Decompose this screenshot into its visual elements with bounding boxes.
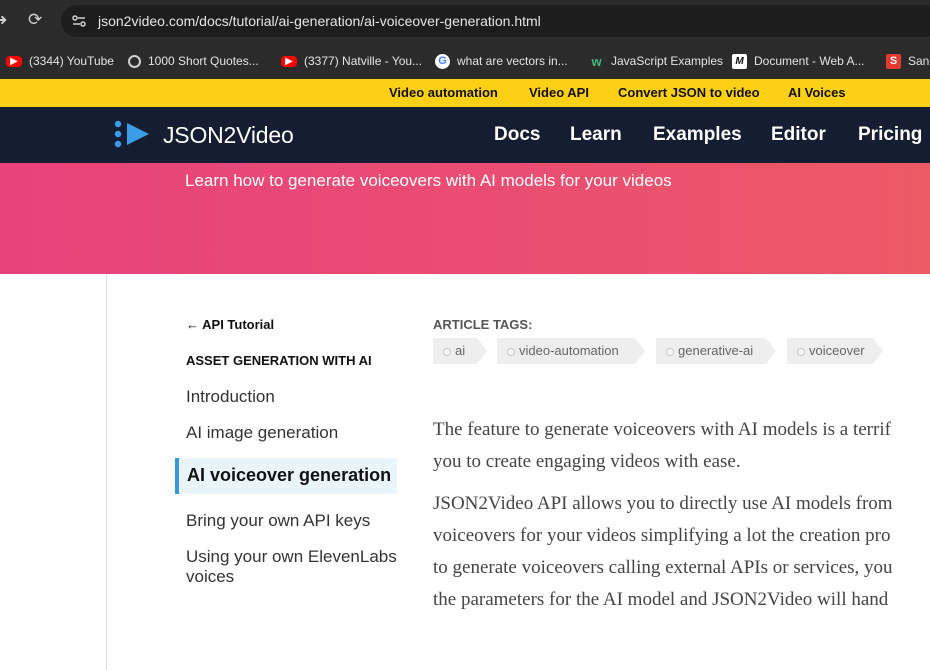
site-header: JSON2Video Docs Learn Examples Editor Pr… xyxy=(0,107,930,163)
browser-toolbar: ➜ ⟳ json2video.com/docs/tutorial/ai-gene… xyxy=(0,0,930,43)
nav-pricing[interactable]: Pricing xyxy=(858,124,922,146)
site-info-icon[interactable] xyxy=(71,13,87,29)
mdn-icon: M xyxy=(732,53,747,69)
forward-icon[interactable]: ➜ xyxy=(0,13,7,29)
article-line: to generate voiceovers calling external … xyxy=(433,557,893,578)
bookmark-label: 1000 Short Quotes... xyxy=(148,54,259,68)
bookmark-vectors[interactable]: G what are vectors in... xyxy=(435,51,568,71)
bookmark-sani[interactable]: S Sani xyxy=(886,51,930,71)
tag-voiceover[interactable]: voiceover xyxy=(787,338,883,364)
article-line: you to create engaging videos with ease. xyxy=(433,451,741,472)
bookmark-document[interactable]: M Document - Web A... xyxy=(732,51,865,71)
bookmark-label: JavaScript Examples xyxy=(611,54,724,68)
brand-name[interactable]: JSON2Video xyxy=(163,122,294,149)
globe-icon xyxy=(128,54,141,68)
back-link-api-tutorial[interactable]: ← API Tutorial xyxy=(186,317,274,332)
google-icon: G xyxy=(435,53,450,69)
bookmark-quotes[interactable]: 1000 Short Quotes... xyxy=(128,51,259,71)
promo-link-video-automation[interactable]: Video automation xyxy=(389,85,498,100)
hero-banner: Learn how to generate voiceovers with AI… xyxy=(0,163,930,274)
sidebar-item-ai-image-generation[interactable]: AI image generation xyxy=(186,423,338,443)
nav-docs[interactable]: Docs xyxy=(494,124,540,146)
promo-bar: Video automation Video API Convert JSON … xyxy=(0,79,930,107)
sidebar-section-title: ASSET GENERATION WITH AI xyxy=(186,353,372,368)
article-line: The feature to generate voiceovers with … xyxy=(433,419,891,440)
sidebar-item-introduction[interactable]: Introduction xyxy=(186,387,275,407)
w3schools-icon: w xyxy=(591,53,602,69)
bookmark-label: (3344) YouTube xyxy=(29,54,114,68)
bookmarks-bar: ▶ (3344) YouTube 1000 Short Quotes... ▶ … xyxy=(0,43,930,79)
url-text[interactable]: json2video.com/docs/tutorial/ai-generati… xyxy=(98,13,541,29)
tag-ai[interactable]: ai xyxy=(433,338,487,364)
promo-link-convert-json[interactable]: Convert JSON to video xyxy=(618,85,760,100)
nav-editor[interactable]: Editor xyxy=(771,124,826,146)
hero-subtitle: Learn how to generate voiceovers with AI… xyxy=(185,171,672,190)
address-bar[interactable]: json2video.com/docs/tutorial/ai-generati… xyxy=(61,5,930,37)
tag-video-automation[interactable]: video-automation xyxy=(497,338,645,364)
youtube-icon: ▶ xyxy=(281,55,297,67)
bookmark-label: (3377) Natville - You... xyxy=(304,54,423,68)
article-line: JSON2Video API allows you to directly us… xyxy=(433,493,893,514)
nav-learn[interactable]: Learn xyxy=(570,124,622,146)
bookmark-natville[interactable]: ▶ (3377) Natville - You... xyxy=(281,51,422,71)
promo-link-video-api[interactable]: Video API xyxy=(529,85,589,100)
sidebar-item-label: AI voiceover generation xyxy=(187,465,392,485)
tag-generative-ai[interactable]: generative-ai xyxy=(656,338,776,364)
bookmark-label: Sani xyxy=(908,54,930,68)
nav-examples[interactable]: Examples xyxy=(653,124,742,146)
sidebar-item-elevenlabs-voices[interactable]: Using your own ElevenLabs voices xyxy=(186,547,401,587)
promo-link-ai-voices[interactable]: AI Voices xyxy=(788,85,846,100)
bookmark-label: Document - Web A... xyxy=(754,54,865,68)
bookmark-youtube[interactable]: ▶ (3344) YouTube xyxy=(6,51,114,71)
article-line: the parameters for the AI model and JSON… xyxy=(433,589,889,610)
sidebar-item-bring-your-own-api-keys[interactable]: Bring your own API keys xyxy=(186,511,370,531)
reload-icon[interactable]: ⟳ xyxy=(28,11,42,28)
json2video-logo-icon[interactable] xyxy=(113,119,153,149)
sidebar-item-ai-voiceover-generation[interactable]: AI voiceover generation xyxy=(175,458,397,494)
bookmark-label: what are vectors in... xyxy=(457,54,568,68)
s-icon: S xyxy=(886,53,901,69)
article-tags-label: ARTICLE TAGS: xyxy=(433,317,533,332)
youtube-icon: ▶ xyxy=(6,55,22,67)
bookmark-javascript[interactable]: w JavaScript Examples xyxy=(589,51,723,71)
content-divider xyxy=(106,274,107,670)
article-line: voiceovers for your videos simplifying a… xyxy=(433,525,891,546)
